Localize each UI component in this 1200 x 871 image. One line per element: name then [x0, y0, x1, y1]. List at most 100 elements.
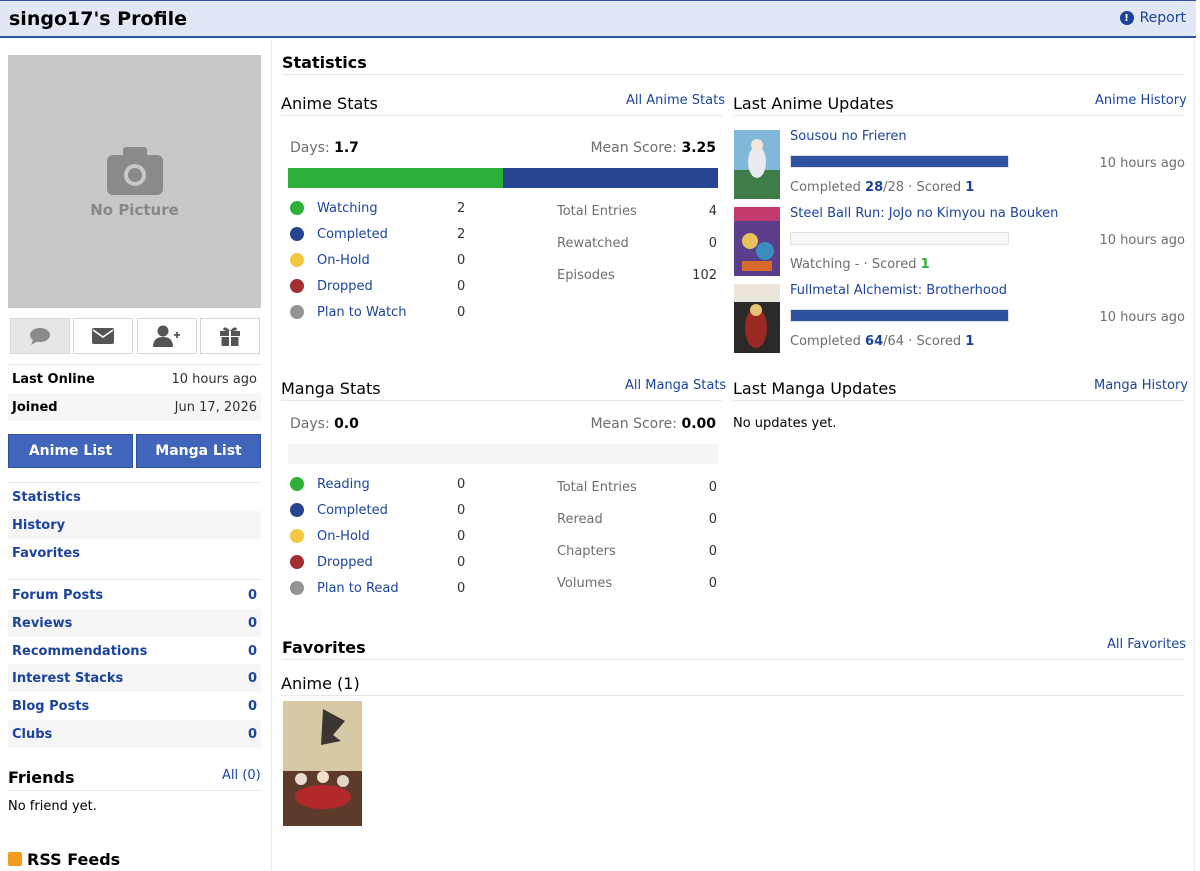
favorite-anime-cover[interactable] [283, 701, 362, 826]
count-value: 0 [247, 615, 257, 631]
rss-title[interactable]: RSS Feeds [27, 850, 120, 869]
count-label: Reviews [12, 615, 73, 631]
update-progress-fill [791, 310, 1008, 321]
divider [281, 695, 1184, 696]
all-favorites-link[interactable]: All Favorites [1107, 637, 1186, 652]
legend-value: 2 [457, 200, 466, 216]
scored-label: Scored [871, 257, 921, 272]
legend-label[interactable]: Reading [317, 477, 457, 492]
count-blog-posts[interactable]: Blog Posts 0 [8, 692, 261, 720]
status-dot-icon [290, 581, 304, 595]
anime-list-button[interactable]: Anime List [8, 434, 133, 468]
update-status: Completed 64/64 · Scored 1 [790, 334, 974, 349]
count-recommendations[interactable]: Recommendations 0 [8, 637, 261, 665]
all-anime-stats-link[interactable]: All Anime Stats [626, 93, 725, 108]
legend-on-hold: On-Hold 0 [290, 250, 465, 270]
count-label: Blog Posts [12, 698, 90, 714]
status-text: Completed [790, 180, 861, 195]
days-label: Days: [290, 416, 330, 432]
mean-score-label: Mean Score: [590, 140, 677, 156]
episode-total: /28 [883, 180, 905, 195]
legend-label[interactable]: Plan to Watch [317, 305, 457, 320]
anime-cover-thumbnail[interactable] [734, 284, 780, 353]
manga-bar-empty [288, 444, 718, 464]
manga-mean-score: Mean Score: 0.00 [590, 416, 716, 432]
update-title[interactable]: Fullmetal Alchemist: Brotherhood [790, 283, 1007, 298]
count-label: Interest Stacks [12, 670, 124, 686]
nav-statistics[interactable]: Statistics [8, 483, 261, 511]
report-link[interactable]: ! Report [1119, 10, 1186, 26]
legend-completed: Completed 2 [290, 224, 465, 244]
status-dot-icon [290, 305, 304, 319]
legend-value: 0 [457, 502, 466, 518]
status-dot-icon [290, 201, 304, 215]
episode-count: 64 [865, 334, 884, 349]
legend-label[interactable]: On-Hold [317, 529, 457, 544]
gift-icon [220, 327, 240, 346]
legend-label[interactable]: Completed [317, 503, 457, 518]
legend-label[interactable]: Completed [317, 227, 457, 242]
comment-button[interactable] [10, 318, 70, 354]
stat-label: Chapters [557, 544, 616, 559]
stat-value: 0 [708, 236, 717, 251]
legend-watching: Watching 2 [290, 198, 465, 218]
count-interest-stacks[interactable]: Interest Stacks 0 [8, 664, 261, 692]
right-border [1194, 40, 1195, 871]
anime-stats-title: Anime Stats [281, 94, 378, 113]
joined-label: Joined [12, 399, 58, 415]
scored-label: · Scored [904, 180, 966, 195]
update-title[interactable]: Sousou no Frieren [790, 129, 907, 144]
divider [282, 74, 1184, 75]
update-title[interactable]: Steel Ball Run: JoJo no Kimyou na Bouken [790, 206, 1058, 221]
friends-all-link[interactable]: All (0) [222, 768, 261, 783]
legend-label[interactable]: Dropped [317, 279, 457, 294]
message-button[interactable] [73, 318, 133, 354]
legend-dropped: Dropped 0 [290, 552, 465, 572]
legend-on-hold: On-Hold 0 [290, 526, 465, 546]
anime-total-entries: Total Entries 4 [557, 204, 717, 219]
gift-button[interactable] [200, 318, 260, 354]
update-time: 10 hours ago [1099, 310, 1185, 325]
statistics-title: Statistics [282, 53, 367, 72]
manga-reread: Reread 0 [557, 512, 717, 527]
anime-episodes: Episodes 102 [557, 268, 717, 283]
manga-history-link[interactable]: Manga History [1094, 378, 1188, 393]
anime-rewatched: Rewatched 0 [557, 236, 717, 251]
count-forum-posts[interactable]: Forum Posts 0 [8, 581, 261, 609]
count-label: Recommendations [12, 643, 148, 659]
divider [281, 400, 722, 401]
stat-value: 0 [708, 480, 717, 495]
manga-list-button[interactable]: Manga List [136, 434, 261, 468]
update-status: Completed 28/28 · Scored 1 [790, 180, 974, 195]
update-time: 10 hours ago [1099, 233, 1185, 248]
nav-favorites[interactable]: Favorites [8, 539, 261, 567]
speech-bubble-icon [30, 328, 50, 345]
stat-label: Reread [557, 512, 603, 527]
anime-cover-thumbnail[interactable] [734, 130, 780, 199]
legend-label[interactable]: Plan to Read [317, 581, 457, 596]
manga-days: Days: 0.0 [290, 416, 359, 432]
count-label: Clubs [12, 726, 53, 742]
anime-history-link[interactable]: Anime History [1095, 93, 1187, 108]
profile-header: singo17's Profile ! Report [0, 0, 1196, 38]
days-value: 1.7 [334, 140, 359, 156]
add-friend-button[interactable] [137, 318, 197, 354]
anime-bar-watching [288, 168, 503, 188]
legend-label[interactable]: Dropped [317, 555, 457, 570]
count-value: 0 [247, 587, 257, 603]
all-manga-stats-link[interactable]: All Manga Stats [625, 378, 726, 393]
no-picture-text: No Picture [90, 201, 179, 219]
legend-reading: Reading 0 [290, 474, 465, 494]
legend-plan-to-read: Plan to Read 0 [290, 578, 465, 598]
camera-icon [107, 147, 163, 195]
legend-label[interactable]: On-Hold [317, 253, 457, 268]
update-status: Watching - · Scored 1 [790, 257, 930, 272]
anime-cover-thumbnail[interactable] [734, 207, 780, 276]
manga-updates-title: Last Manga Updates [733, 379, 897, 398]
legend-label[interactable]: Watching [317, 201, 457, 216]
episode-total: - · [850, 257, 872, 272]
count-reviews[interactable]: Reviews 0 [8, 609, 261, 637]
count-clubs[interactable]: Clubs 0 [8, 720, 261, 748]
mean-score-value: 3.25 [681, 140, 716, 156]
nav-history[interactable]: History [8, 511, 261, 539]
